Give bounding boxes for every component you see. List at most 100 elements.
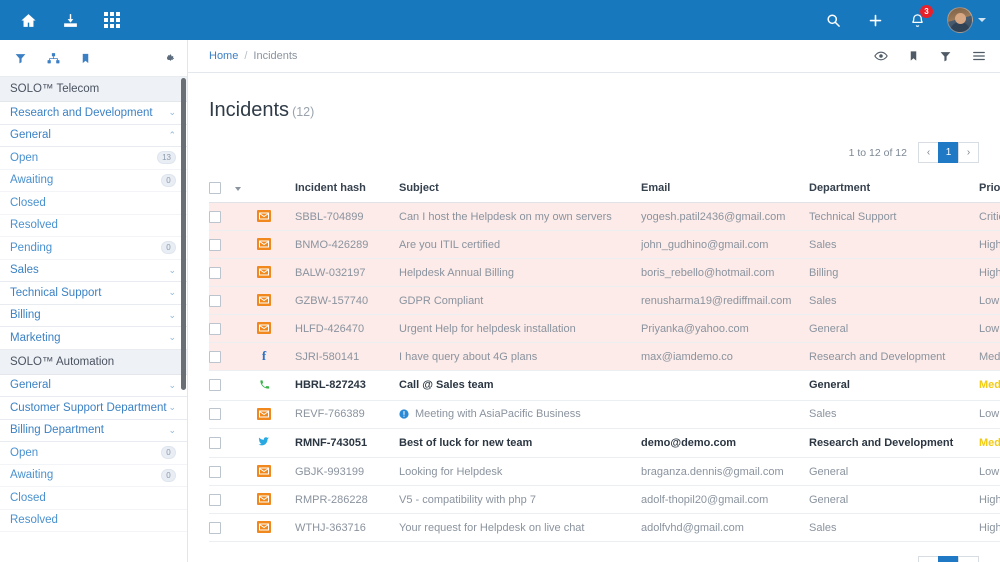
cell-incident-hash[interactable]: RMPR-286228 [295,485,399,515]
filter-icon[interactable] [939,50,952,63]
sidebar-item-awaiting[interactable]: Awaiting 0 [0,169,187,192]
cell-incident-hash[interactable]: GZBW-157740 [295,286,399,316]
chevron-down-icon[interactable]: ⌄ [168,108,176,117]
cell-subject[interactable]: Looking for Helpdesk [399,457,641,487]
row-checkbox[interactable] [209,521,221,534]
pagination-prev-button[interactable]: ‹ [918,142,939,163]
table-row[interactable]: BALW-032197 Helpdesk Annual Billing boris_… [209,258,1000,288]
sidebar-item-closed[interactable]: Closed [0,192,187,215]
table-row[interactable]: HBRL-827243Call @ Sales team GeneralMediu… [209,370,1000,401]
cell-subject[interactable]: Your request for Helpdesk on live chat [399,513,641,543]
row-checkbox[interactable] [209,294,221,307]
row-checkbox[interactable] [209,322,221,335]
cell-subject[interactable]: I have query about 4G plans [399,342,641,372]
sidebar-item-open[interactable]: Open 0 [0,442,187,465]
sidebar-item-technical-support[interactable]: Technical Support ⌄ [0,282,187,305]
header-priority[interactable]: Priority [979,175,1000,204]
table-row[interactable]: REVF-766389 Meeting with AsiaPacific Busi… [209,400,1000,429]
sidebar-item-research-and-development[interactable]: Research and Development ⌄ [0,102,187,125]
apps-grid-icon[interactable] [100,8,124,32]
chevron-down-icon[interactable]: ⌄ [168,265,176,275]
sidebar-item-closed[interactable]: Closed [0,487,187,510]
cell-subject[interactable]: Best of luck for new team [399,428,641,459]
chevron-down-icon[interactable]: ⌄ [168,380,176,390]
pagination-prev-button-bottom[interactable]: ‹ [918,556,939,562]
sidebar-item-marketing[interactable]: Marketing ⌄ [0,327,187,350]
row-checkbox[interactable] [209,408,221,421]
row-checkbox[interactable] [209,350,221,363]
sidebar-item-awaiting[interactable]: Awaiting 0 [0,464,187,487]
cell-incident-hash[interactable]: SBBL-704899 [295,202,399,232]
breadcrumb-home-link[interactable]: Home [209,50,238,62]
chevron-down-icon[interactable] [978,18,986,22]
home-icon[interactable] [16,8,40,32]
cell-incident-hash[interactable]: BNMO-426289 [295,230,399,260]
pagination-next-button[interactable]: › [958,142,979,163]
sidebar-item-pending[interactable]: Pending 0 [0,237,187,260]
hamburger-menu-icon[interactable] [972,49,986,63]
inbox-download-icon[interactable] [58,8,82,32]
chevron-down-icon[interactable]: ⌄ [168,403,176,412]
table-row[interactable]: GBJK-993199 Looking for Helpdesk braganza.… [209,457,1000,487]
cell-subject[interactable]: Call @ Sales team [399,370,641,401]
header-email[interactable]: Email [641,175,809,204]
header-subject[interactable]: Subject [399,175,641,204]
cell-incident-hash[interactable]: RMNF-743051 [295,428,399,459]
row-checkbox[interactable] [209,266,221,279]
avatar[interactable] [947,7,973,33]
table-row[interactable]: GZBW-157740 GDPR Compliant renusharma19@re… [209,286,1000,316]
bookmark-icon[interactable] [80,52,91,65]
table-row[interactable]: HLFD-426470 Urgent Help for helpdesk inst… [209,314,1000,344]
pagination-next-button-bottom[interactable]: › [958,556,979,562]
header-department[interactable]: Department [809,175,979,204]
add-plus-icon[interactable] [863,8,887,32]
bookmark-icon[interactable] [908,49,919,63]
pagination-page-1[interactable]: 1 [938,142,959,163]
cell-subject[interactable]: Can I host the Helpdesk on my own server… [399,202,641,232]
chevron-down-icon[interactable] [235,187,241,192]
chevron-down-icon[interactable]: ⌄ [168,288,176,297]
sidebar-item-general[interactable]: General ⌄ [0,374,187,397]
row-checkbox[interactable] [209,379,221,392]
chevron-down-icon[interactable]: ⌄ [168,310,176,320]
table-row[interactable]: WTHJ-363716 Your request for Helpdesk on … [209,513,1000,543]
notification-bell-button[interactable]: 3 [905,5,933,32]
table-row[interactable]: RMNF-743051 Best of luck for new team demo… [209,428,1000,459]
search-icon[interactable] [821,8,845,32]
table-row[interactable]: RMPR-286228 V5 - compatibility with php 7… [209,485,1000,515]
row-checkbox[interactable] [209,210,221,223]
cell-incident-hash[interactable]: HBRL-827243 [295,370,399,401]
table-row[interactable]: SBBL-704899 Can I host the Helpdesk on my… [209,202,1000,232]
filter-icon[interactable] [14,52,27,65]
row-checkbox[interactable] [209,465,221,478]
cell-subject[interactable]: Meeting with AsiaPacific Business [399,400,641,429]
sidebar-item-billing-department[interactable]: Billing Department ⌄ [0,419,187,442]
row-checkbox[interactable] [209,436,221,449]
cell-subject[interactable]: Urgent Help for helpdesk installation [399,314,641,344]
chevron-up-icon[interactable]: ⌃ [168,130,176,140]
sidebar-item-billing[interactable]: Billing ⌄ [0,304,187,327]
cell-incident-hash[interactable]: WTHJ-363716 [295,513,399,543]
sidebar-item-customer-support-department[interactable]: Customer Support Department ⌄ [0,397,187,420]
cell-incident-hash[interactable]: REVF-766389 [295,400,399,429]
user-menu[interactable] [947,7,986,33]
sidebar-item-open[interactable]: Open 13 [0,147,187,170]
sidebar-item-resolved[interactable]: Resolved [0,509,187,532]
eye-icon[interactable] [874,49,888,63]
pagination-page-1-bottom[interactable]: 1 [938,556,959,562]
cell-incident-hash[interactable]: SJRI-580141 [295,342,399,372]
chevron-down-icon[interactable]: ⌄ [168,333,176,342]
select-all-checkbox[interactable] [209,182,221,195]
sidebar-item-general[interactable]: General ⌃ [0,124,187,147]
org-tree-icon[interactable] [47,52,60,65]
cell-incident-hash[interactable]: HLFD-426470 [295,314,399,344]
cell-subject[interactable]: GDPR Compliant [399,286,641,316]
table-row[interactable]: f SJRI-580141 I have query about 4G plans m… [209,342,1000,372]
chevron-down-icon[interactable]: ⌄ [168,425,176,435]
cell-subject[interactable]: Are you ITIL certified [399,230,641,260]
row-checkbox[interactable] [209,238,221,251]
sidebar-scrollbar[interactable] [181,78,186,390]
sidebar-item-sales[interactable]: Sales ⌄ [0,259,187,282]
sidebar-item-resolved[interactable]: Resolved [0,214,187,237]
table-row[interactable]: BNMO-426289 Are you ITIL certified john_gu… [209,230,1000,260]
